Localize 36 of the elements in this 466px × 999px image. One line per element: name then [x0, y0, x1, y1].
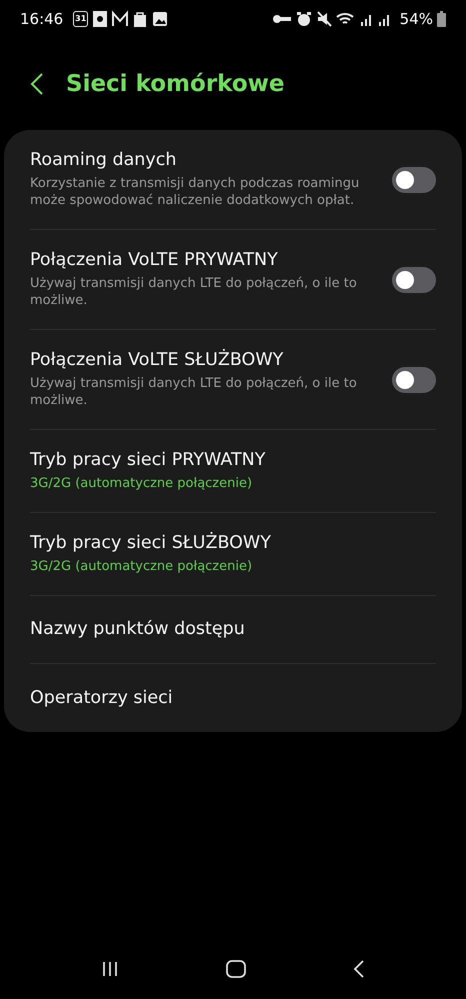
back-icon[interactable] [30, 72, 44, 96]
row-title: Operatorzy sieci [30, 686, 174, 710]
settings-row[interactable]: Roaming danych Korzystanie z transmisji danych podczas roamingu może spowodować naliczenie dodatkowych opłat. [30, 130, 436, 230]
row-summary: Używaj transmisji danych LTE do połączeń, o ile to możliwe. [30, 374, 358, 410]
row-title: Tryb pracy sieci SŁUŻBOWY [30, 532, 272, 556]
row-title: Nazwy punktów dostępu [30, 618, 246, 641]
gallery-icon [152, 10, 168, 28]
row-title: Tryb pracy sieci PRYWATNY [30, 449, 266, 472]
row-value: 3G/2G (automatyczne połączenie) [30, 475, 254, 493]
mail-icon [112, 10, 128, 28]
battery-percent: 54% [400, 8, 433, 30]
settings-row[interactable]: Połączenia VoLTE PRYWATNY Używaj transmisji danych LTE do połączeń, o ile to możliwe. [30, 230, 436, 330]
recent-apps-icon[interactable] [101, 961, 120, 977]
home-icon[interactable] [226, 960, 246, 978]
settings-row[interactable]: Operatorzy sieci [30, 664, 436, 732]
row-title: Połączenia VoLTE PRYWATNY [30, 249, 279, 272]
shopping-bag-icon [132, 10, 148, 28]
toggle-switch[interactable] [392, 366, 436, 392]
row-summary: Używaj transmisji danych LTE do połączeń, o ile to możliwe. [30, 274, 358, 310]
battery-icon [437, 11, 446, 27]
mute-icon [316, 10, 332, 28]
calendar-icon: 31 [73, 11, 88, 27]
clock-time: 16:46 [20, 8, 64, 30]
page-title: Sieci komórkowe [66, 70, 284, 99]
row-value: 3G/2G (automatyczne połączenie) [30, 558, 254, 576]
back-icon[interactable] [352, 960, 365, 978]
row-title: Roaming danych [30, 149, 178, 172]
toggle-switch[interactable] [392, 166, 436, 192]
toggle-switch[interactable] [392, 266, 436, 292]
settings-row[interactable]: Nazwy punktów dostępu [30, 596, 436, 664]
settings-row[interactable]: Połączenia VoLTE SŁUŻBOWY Używaj transmisji danych LTE do połączeń, o ile to możliwe. [30, 330, 436, 430]
settings-row[interactable]: Tryb pracy sieci PRYWATNY 3G/2G (automatyczne połączenie) [30, 430, 436, 513]
row-summary: Korzystanie z transmisji danych podczas roamingu może spowodować naliczenie dodatkowych opłat. [30, 174, 360, 210]
alarm-icon [296, 10, 312, 28]
settings-row[interactable]: Tryb pracy sieci SŁUŻBOWY 3G/2G (automatyczne połączenie) [30, 513, 436, 596]
row-title: Połączenia VoLTE SŁUŻBOWY [30, 349, 284, 372]
